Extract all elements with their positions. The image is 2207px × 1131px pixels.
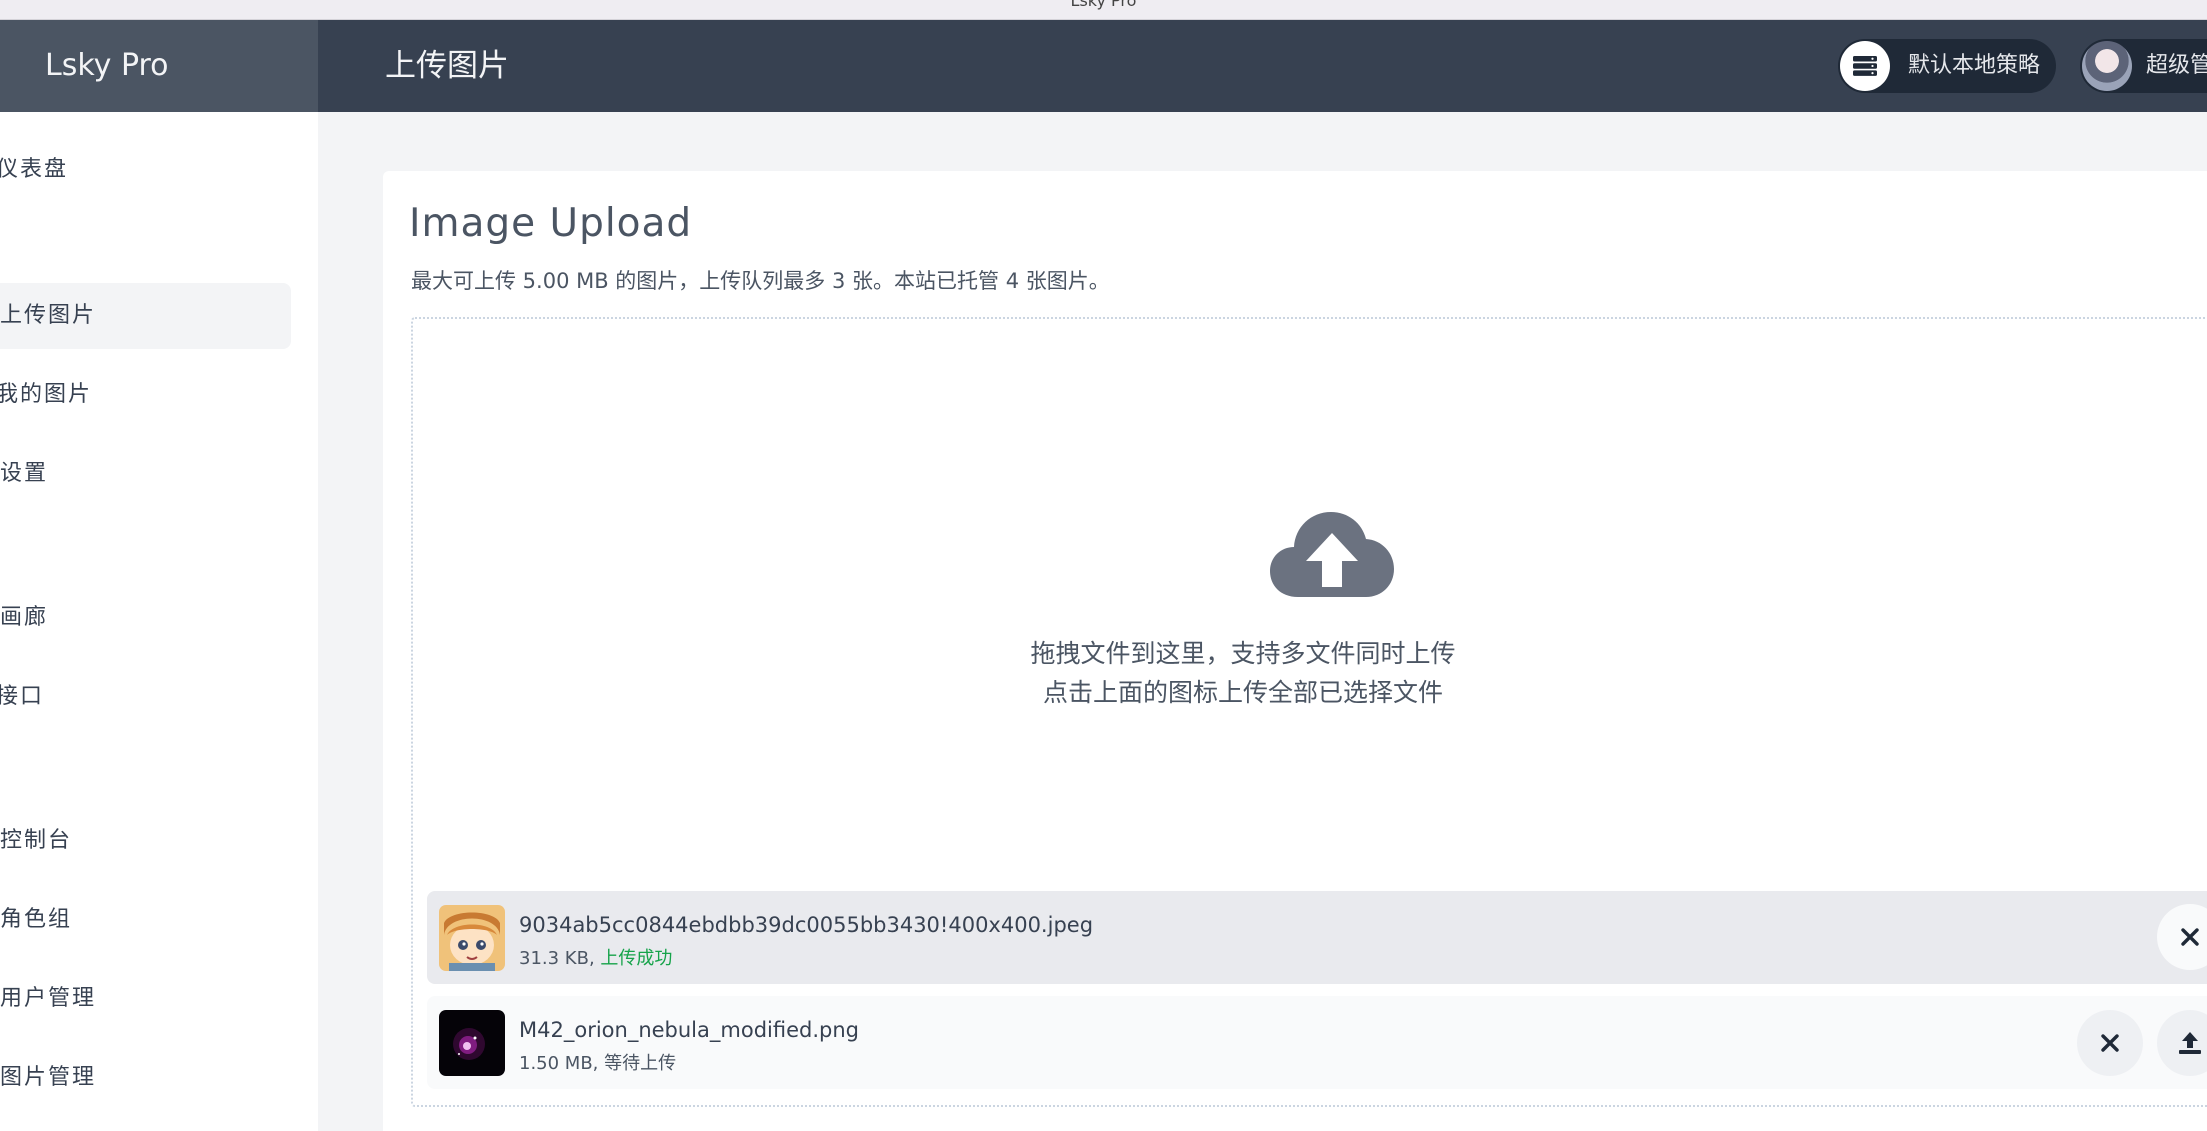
- avatar: [2082, 41, 2132, 91]
- sidebar-item-label: 画廊: [0, 605, 49, 630]
- sidebar-item-label: 图片管理: [0, 1065, 97, 1090]
- file-thumbnail: [439, 905, 505, 971]
- file-name: M42_orion_nebula_modified.png: [519, 1018, 859, 1042]
- server-icon: [1840, 41, 1890, 91]
- sidebar-item-users[interactable]: 用户管理: [0, 966, 291, 1032]
- file-size: 31.3 KB,: [519, 948, 601, 969]
- sidebar-item-gallery[interactable]: 画廊: [0, 585, 291, 651]
- sidebar-item-label: 控制台: [0, 828, 73, 853]
- strategy-label: 默认本地策略: [1908, 53, 2041, 78]
- sidebar-item-dashboard[interactable]: 仪表盘: [0, 137, 291, 203]
- page-title: 上传图片: [385, 48, 509, 84]
- remove-file-button[interactable]: [2077, 1010, 2143, 1076]
- dropzone[interactable]: × 拖拽文件到这里，支持多文件同时上传 点击上面的图标上传全部已选择文件: [411, 317, 2207, 1107]
- file-item: 9034ab5cc0844ebdbb39dc0055bb3430!400x400…: [427, 891, 2207, 984]
- sidebar-item-label: 上传图片: [0, 303, 97, 328]
- sidebar-item-image-management[interactable]: 图片管理: [0, 1045, 291, 1111]
- sidebar-item-label: 仪表盘: [0, 157, 69, 182]
- top-bar: 上传图片 默认本地策略 超级管: [318, 20, 2207, 112]
- file-size: 1.50 MB,: [519, 1053, 605, 1074]
- close-icon: [2181, 928, 2199, 946]
- user-menu[interactable]: 超级管: [2080, 39, 2207, 93]
- file-status: 上传成功: [600, 948, 673, 969]
- sidebar-item-label: 角色组: [0, 907, 73, 932]
- file-name: 9034ab5cc0844ebdbb39dc0055bb3430!400x400…: [519, 913, 1094, 937]
- file-meta: 1.50 MB, 等待上传: [519, 1049, 676, 1075]
- drop-hint-line2: 点击上面的图标上传全部已选择文件: [1042, 678, 1443, 707]
- brand-logo[interactable]: Lsky Pro: [0, 20, 318, 112]
- remove-file-button[interactable]: [2157, 904, 2207, 970]
- file-thumbnail: [439, 1010, 505, 1076]
- file-meta: 31.3 KB, 上传成功: [519, 944, 672, 970]
- sidebar-item-upload[interactable]: 上传图片: [0, 283, 291, 349]
- window-title-bar: Lsky Pro: [0, 0, 2207, 20]
- sidebar-item-my-images[interactable]: 我的图片: [0, 362, 291, 428]
- sidebar-item-roles[interactable]: 角色组: [0, 887, 291, 953]
- file-status: 等待上传: [604, 1053, 677, 1074]
- close-icon: [2101, 1034, 2119, 1052]
- strategy-selector[interactable]: 默认本地策略: [1838, 39, 2056, 93]
- sidebar-item-label: 我的图片: [0, 382, 93, 407]
- upload-title: Image Upload: [409, 201, 693, 246]
- drop-hint-line1: 拖拽文件到这里，支持多文件同时上传: [1030, 639, 1456, 668]
- sidebar-item-label: 用户管理: [0, 986, 97, 1011]
- file-item: M42_orion_nebula_modified.png 1.50 MB, 等…: [427, 996, 2207, 1089]
- sidebar-item-console[interactable]: 控制台: [0, 808, 291, 874]
- sidebar-item-settings[interactable]: 设置: [0, 441, 291, 507]
- sidebar: 仪表盘 上传图片 我的图片 设置 画廊 接口 控制台 角色组 用户管理 图片管理: [0, 112, 318, 1131]
- cloud-upload-icon[interactable]: [1268, 507, 1396, 599]
- sidebar-item-label: 接口: [0, 684, 45, 709]
- upload-subtitle: 最大可上传 5.00 MB 的图片，上传队列最多 3 张。本站已托管 4 张图片…: [411, 269, 1110, 293]
- upload-card: Image Upload 最大可上传 5.00 MB 的图片，上传队列最多 3 …: [383, 171, 2207, 1131]
- upload-icon: [2179, 1032, 2201, 1054]
- sidebar-item-api[interactable]: 接口: [0, 664, 291, 730]
- brand-name: Lsky Pro: [45, 48, 169, 83]
- user-name: 超级管: [2146, 53, 2207, 78]
- window-title: Lsky Pro: [1070, 0, 1137, 10]
- upload-file-button[interactable]: [2157, 1010, 2207, 1076]
- sidebar-item-label: 设置: [0, 461, 49, 486]
